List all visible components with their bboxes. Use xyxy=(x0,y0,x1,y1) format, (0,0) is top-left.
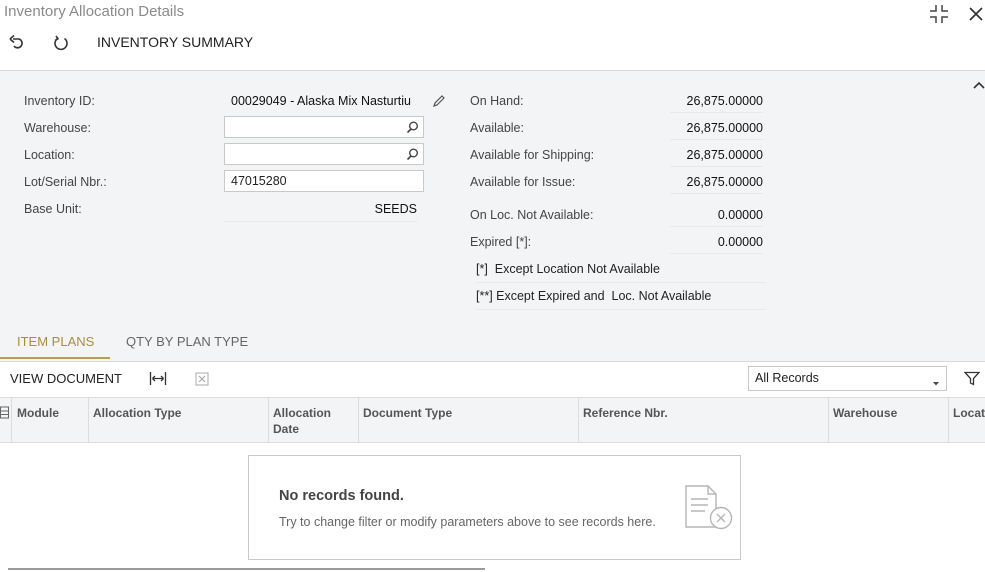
expired-value: 0.00000 xyxy=(670,230,763,254)
available-shipping-label: Available for Shipping: xyxy=(470,148,595,162)
location-field[interactable] xyxy=(224,143,424,165)
note-except-expired: [**] Except Expired and Loc. Not Availab… xyxy=(476,289,766,310)
no-records-message: Try to change filter or modify parameter… xyxy=(279,515,656,529)
view-document-button[interactable]: VIEW DOCUMENT xyxy=(10,371,122,386)
chevron-up-icon[interactable] xyxy=(972,78,985,90)
filter-icon[interactable] xyxy=(963,371,981,386)
available-shipping-value: 26,875.00000 xyxy=(670,143,763,167)
column-divider xyxy=(268,398,269,442)
records-filter-select[interactable]: All Records xyxy=(748,366,947,391)
column-header-location[interactable]: Locat xyxy=(953,405,985,421)
column-divider xyxy=(358,398,359,442)
row-selector-icon[interactable] xyxy=(0,406,10,420)
column-divider xyxy=(828,398,829,442)
available-issue-value: 26,875.00000 xyxy=(670,170,763,194)
note-except-location: [*] Except Location Not Available xyxy=(476,262,766,283)
search-icon[interactable] xyxy=(406,121,419,134)
column-divider xyxy=(11,398,12,442)
expired-label: Expired [*]: xyxy=(470,235,532,249)
base-unit-label: Base Unit: xyxy=(24,202,82,216)
window-title: Inventory Allocation Details xyxy=(4,3,185,20)
pencil-icon[interactable] xyxy=(432,94,446,108)
collapse-icon[interactable] xyxy=(929,4,949,24)
column-divider xyxy=(578,398,579,442)
inventory-summary-button[interactable]: INVENTORY SUMMARY xyxy=(97,34,253,50)
active-tab-indicator xyxy=(0,357,110,359)
column-divider xyxy=(948,398,949,442)
inventory-id-value[interactable]: 00029049 - Alaska Mix Nasturtiu xyxy=(231,94,411,108)
fit-columns-icon[interactable] xyxy=(149,371,167,386)
tab-qty-by-plan-type[interactable]: QTY BY PLAN TYPE xyxy=(126,334,248,349)
close-icon[interactable] xyxy=(968,6,984,22)
tab-item-plans[interactable]: ITEM PLANS xyxy=(17,334,94,349)
chevron-down-icon[interactable] xyxy=(931,375,941,386)
inventory-id-label: Inventory ID: xyxy=(24,94,95,108)
available-label: Available: xyxy=(470,121,524,135)
warehouse-label: Warehouse: xyxy=(24,121,91,135)
column-header-reference-nbr[interactable]: Reference Nbr. xyxy=(583,405,668,421)
column-header-allocation-type[interactable]: Allocation Type xyxy=(93,405,181,421)
search-icon[interactable] xyxy=(406,148,419,161)
grid-header: Module Allocation Type Allocation Date D… xyxy=(0,397,985,443)
on-hand-label: On Hand: xyxy=(470,94,524,108)
on-hand-value: 26,875.00000 xyxy=(670,89,763,113)
refresh-icon[interactable] xyxy=(52,34,70,52)
on-loc-not-available-value: 0.00000 xyxy=(670,203,763,227)
column-header-warehouse[interactable]: Warehouse xyxy=(833,405,897,421)
column-header-document-type[interactable]: Document Type xyxy=(363,405,452,421)
undo-icon[interactable] xyxy=(8,34,26,52)
export-excel-icon[interactable] xyxy=(195,372,209,386)
on-loc-not-available-label: On Loc. Not Available: xyxy=(470,208,594,222)
column-header-module[interactable]: Module xyxy=(17,405,59,421)
horizontal-scrollbar[interactable] xyxy=(8,568,485,570)
no-records-icon xyxy=(683,483,735,533)
column-divider xyxy=(88,398,89,442)
column-header-allocation-date[interactable]: Allocation Date xyxy=(273,405,353,437)
warehouse-field[interactable] xyxy=(224,116,424,138)
available-value: 26,875.00000 xyxy=(670,116,763,140)
lot-serial-label: Lot/Serial Nbr.: xyxy=(24,175,107,189)
base-unit-value: SEEDS xyxy=(224,202,417,222)
no-records-panel: No records found. Try to change filter o… xyxy=(248,455,741,560)
lot-serial-field[interactable]: 47015280 xyxy=(224,170,424,192)
location-label: Location: xyxy=(24,148,75,162)
available-issue-label: Available for Issue: xyxy=(470,175,576,189)
no-records-title: No records found. xyxy=(279,488,404,504)
